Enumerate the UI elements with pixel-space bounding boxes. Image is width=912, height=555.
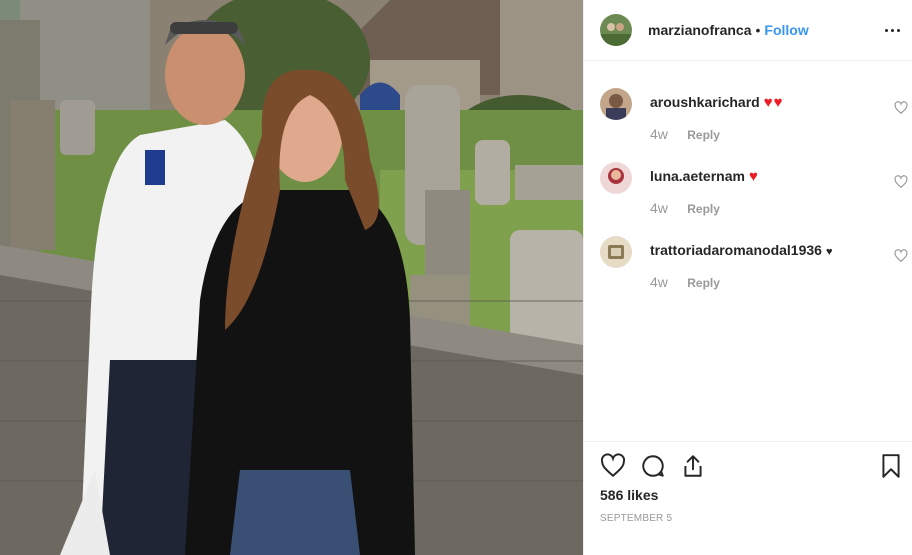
follow-button[interactable]: Follow	[764, 22, 808, 38]
comment-item: aroushkarichard ♥♥ 4w Reply	[600, 88, 908, 148]
comment-timestamp[interactable]: 4w	[650, 200, 668, 216]
bookmark-icon[interactable]	[878, 453, 904, 479]
author-avatar[interactable]	[600, 14, 632, 46]
comment-timestamp[interactable]: 4w	[650, 274, 668, 290]
commenter-avatar-image	[600, 236, 632, 268]
comment-like-heart-icon[interactable]	[894, 101, 908, 115]
commenter-username[interactable]: luna.aeternam	[650, 168, 745, 184]
comment-item: trattoriadaromanodal1936 ♥ 4w Reply	[600, 236, 908, 296]
comment-like-heart-icon[interactable]	[894, 175, 908, 189]
more-options-icon[interactable]	[882, 20, 902, 40]
comment-timestamp[interactable]: 4w	[650, 126, 668, 142]
commenter-avatar-image	[600, 162, 632, 194]
comment-item: luna.aeternam ♥ 4w Reply	[600, 162, 908, 222]
post-header: marzianofranca • Follow	[584, 0, 912, 61]
commenter-avatar[interactable]	[600, 162, 632, 194]
commenter-avatar[interactable]	[600, 236, 632, 268]
post-side-panel: marzianofranca • Follow aroushkarichard ♥…	[583, 0, 912, 555]
comment-icon[interactable]	[640, 453, 666, 479]
share-icon[interactable]	[680, 453, 706, 479]
photo-scene	[0, 0, 583, 555]
comment-text: ♥	[825, 246, 834, 258]
commenter-username[interactable]: aroushkarichard	[650, 94, 760, 110]
author-avatar-image	[600, 14, 632, 46]
header-separator: •	[755, 22, 761, 38]
commenter-avatar[interactable]	[600, 88, 632, 120]
reply-button[interactable]: Reply	[687, 276, 720, 290]
comment-text: ♥	[748, 168, 759, 185]
heart-icon[interactable]	[600, 453, 626, 479]
commenter-avatar-image	[600, 88, 632, 120]
reply-button[interactable]: Reply	[687, 202, 720, 216]
post-photo[interactable]	[0, 0, 583, 555]
commenter-username[interactable]: trattoriadaromanodal1936	[650, 242, 822, 258]
likes-count[interactable]: 586 likes	[600, 487, 658, 503]
comment-text: ♥♥	[763, 94, 784, 111]
author-username[interactable]: marzianofranca	[648, 22, 751, 38]
comment-like-heart-icon[interactable]	[894, 249, 908, 263]
reply-button[interactable]: Reply	[687, 128, 720, 142]
comments-list[interactable]: aroushkarichard ♥♥ 4w Reply luna.aeternam…	[584, 61, 912, 441]
post-date[interactable]: SEPTEMBER 5	[600, 513, 672, 524]
